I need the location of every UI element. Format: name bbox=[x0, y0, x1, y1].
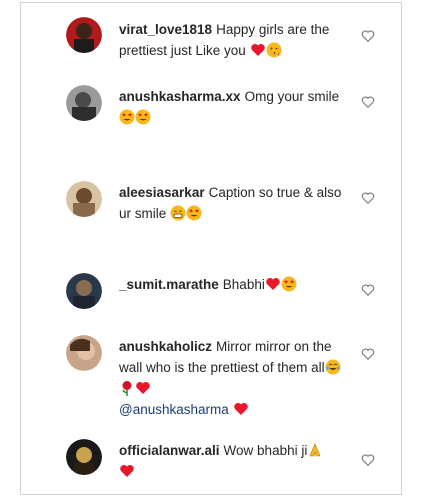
heart-eyes-emoji-icon bbox=[186, 205, 202, 221]
avatar[interactable] bbox=[66, 17, 102, 53]
comment-username[interactable]: aleesiasarkar bbox=[119, 185, 205, 200]
heart-eyes-emoji-icon bbox=[119, 109, 135, 125]
comments-panel: virat_love1818 Happy girls are the pretti… bbox=[20, 2, 402, 495]
cry-laugh-emoji-icon bbox=[325, 359, 341, 375]
kiss-face-emoji-icon bbox=[266, 42, 282, 58]
comment-username[interactable]: virat_love1818 bbox=[119, 22, 212, 37]
comment-username[interactable]: officialanwar.ali bbox=[119, 443, 220, 458]
heart-emoji-icon bbox=[250, 44, 265, 56]
avatar[interactable] bbox=[66, 85, 102, 121]
comment-text: Wow bhabhi ji bbox=[223, 443, 308, 458]
like-heart-icon[interactable] bbox=[361, 95, 375, 109]
heart-emoji-icon bbox=[120, 465, 134, 477]
comment-text: Omg your smile bbox=[244, 89, 340, 104]
avatar[interactable] bbox=[66, 181, 102, 217]
heart-emoji-icon bbox=[136, 382, 150, 394]
pray-emoji-icon bbox=[309, 443, 321, 457]
comment-mention[interactable]: @anushkasharma bbox=[119, 402, 229, 417]
rose-emoji-icon bbox=[122, 381, 132, 396]
like-heart-icon[interactable] bbox=[361, 347, 375, 361]
avatar[interactable] bbox=[66, 273, 102, 309]
like-heart-icon[interactable] bbox=[361, 453, 375, 467]
like-heart-icon[interactable] bbox=[361, 191, 375, 205]
avatar[interactable] bbox=[66, 335, 102, 371]
comment-username[interactable]: anushkaholicz bbox=[119, 339, 212, 354]
heart-emoji-icon bbox=[266, 278, 280, 290]
like-heart-icon[interactable] bbox=[361, 29, 375, 43]
heart-emoji-icon bbox=[233, 403, 248, 415]
comment-username[interactable]: anushkasharma.xx bbox=[119, 89, 241, 104]
grin-emoji-icon bbox=[170, 205, 186, 221]
heart-eyes-emoji-icon bbox=[281, 276, 297, 292]
avatar[interactable] bbox=[66, 439, 102, 475]
heart-eyes-emoji-icon bbox=[135, 109, 151, 125]
comment-text: Bhabhi bbox=[222, 277, 265, 292]
comment-username[interactable]: _sumit.marathe bbox=[119, 277, 219, 292]
like-heart-icon[interactable] bbox=[361, 283, 375, 297]
